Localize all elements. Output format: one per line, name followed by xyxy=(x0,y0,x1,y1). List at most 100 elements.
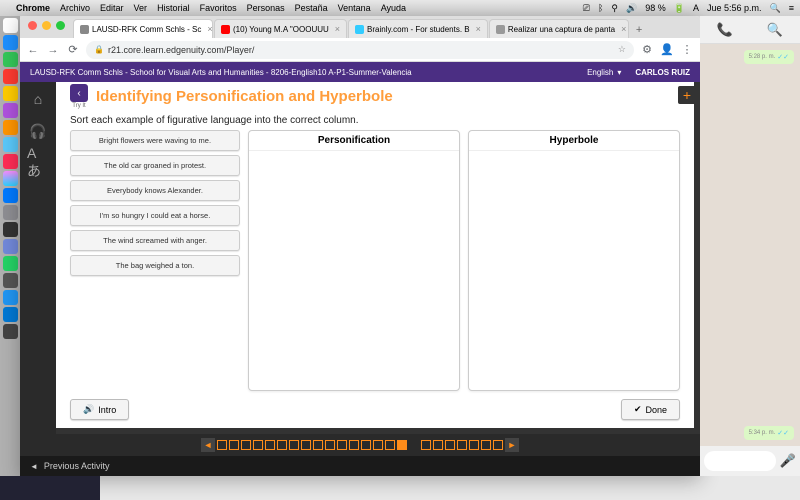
progress-step[interactable] xyxy=(433,440,443,450)
progress-step[interactable] xyxy=(349,440,359,450)
dock-app2[interactable] xyxy=(3,120,18,135)
dock-trash[interactable] xyxy=(3,324,18,339)
progress-step[interactable] xyxy=(253,440,263,450)
progress-step[interactable] xyxy=(229,440,239,450)
lesson-back-button[interactable]: ‹ xyxy=(70,84,88,102)
dock-notes[interactable] xyxy=(3,86,18,101)
maximize-window[interactable] xyxy=(56,21,65,30)
progress-step[interactable] xyxy=(313,440,323,450)
intro-button[interactable]: 🔊Intro xyxy=(70,399,129,420)
dock-safari[interactable] xyxy=(3,35,18,50)
progress-step[interactable] xyxy=(373,440,383,450)
forward-button[interactable]: → xyxy=(46,43,60,57)
progress-step[interactable] xyxy=(277,440,287,450)
progress-step[interactable] xyxy=(481,440,491,450)
progress-step[interactable] xyxy=(469,440,479,450)
progress-step[interactable] xyxy=(421,440,431,450)
menu-icon[interactable]: ≡ xyxy=(789,3,794,13)
url-field[interactable]: 🔒 r21.core.learn.edgenuity.com/Player/ ☆ xyxy=(86,41,634,59)
dock-finder[interactable] xyxy=(3,18,18,33)
progress-step[interactable] xyxy=(445,440,455,450)
back-button[interactable]: ← xyxy=(26,43,40,57)
menu-ayuda[interactable]: Ayuda xyxy=(381,3,406,13)
home-icon[interactable]: ⌂ xyxy=(27,88,49,110)
progress-step[interactable] xyxy=(457,440,467,450)
star-icon[interactable]: ☆ xyxy=(618,44,626,55)
close-tab-icon[interactable]: × xyxy=(621,24,626,34)
menu-ver[interactable]: Ver xyxy=(134,3,148,13)
drop-column-personification[interactable]: Personification xyxy=(248,130,460,391)
whatsapp-chat[interactable]: 5:28 p. m.✓✓ 5:34 p. m.✓✓ xyxy=(700,44,800,446)
input-icon[interactable]: A xyxy=(693,3,699,13)
progress-step[interactable] xyxy=(385,440,395,450)
browser-tab-active[interactable]: LAUSD-RFK Comm Schls - Sc× xyxy=(73,19,213,38)
browser-tab[interactable]: Realizar una captura de panta× xyxy=(489,19,629,38)
drag-card[interactable]: The wind screamed with anger. xyxy=(70,230,240,251)
dock-discord[interactable] xyxy=(3,239,18,254)
add-button[interactable]: + xyxy=(678,86,696,104)
close-tab-icon[interactable]: × xyxy=(207,24,212,34)
drag-card[interactable]: The bag weighed a ton. xyxy=(70,255,240,276)
call-icon[interactable]: 📞 xyxy=(717,22,733,38)
progress-step[interactable] xyxy=(265,440,275,450)
dock-app3[interactable] xyxy=(3,137,18,152)
reload-button[interactable]: ⟳ xyxy=(66,43,80,57)
drag-card[interactable]: The old car groaned in protest. xyxy=(70,155,240,176)
new-tab-button[interactable]: + xyxy=(630,22,648,38)
progress-step[interactable] xyxy=(493,440,503,450)
progress-next[interactable]: ► xyxy=(505,438,519,452)
dock-appstore[interactable] xyxy=(3,188,18,203)
translate-icon[interactable]: Aあ xyxy=(27,152,49,174)
dock-whatsapp[interactable] xyxy=(3,256,18,271)
progress-step[interactable] xyxy=(241,440,251,450)
screencast-icon[interactable]: ⎚ xyxy=(583,3,590,14)
profile-icon[interactable]: 👤 xyxy=(660,43,674,57)
app-name[interactable]: Chrome xyxy=(16,3,50,13)
close-tab-icon[interactable]: × xyxy=(335,24,340,34)
progress-step[interactable] xyxy=(289,440,299,450)
progress-step-active[interactable] xyxy=(397,440,407,450)
bluetooth-icon[interactable]: ᛒ xyxy=(598,3,603,13)
menu-archivo[interactable]: Archivo xyxy=(60,3,90,13)
progress-step[interactable] xyxy=(217,440,227,450)
progress-step[interactable] xyxy=(361,440,371,450)
drag-card[interactable]: I'm so hungry I could eat a horse. xyxy=(70,205,240,226)
menu-ventana[interactable]: Ventana xyxy=(338,3,371,13)
drop-column-hyperbole[interactable]: Hyperbole xyxy=(468,130,680,391)
menu-personas[interactable]: Personas xyxy=(247,3,285,13)
dock-word[interactable] xyxy=(3,307,18,322)
user-name[interactable]: CARLOS RUIZ xyxy=(635,68,690,77)
extensions-icon[interactable]: ⚙ xyxy=(640,43,654,57)
dock-music[interactable] xyxy=(3,154,18,169)
dock-settings[interactable] xyxy=(3,205,18,220)
search-icon[interactable]: 🔍 xyxy=(767,22,783,38)
menu-dots-icon[interactable]: ⋮ xyxy=(680,43,694,57)
dock-terminal[interactable] xyxy=(3,222,18,237)
mic-icon[interactable]: 🎤 xyxy=(780,453,796,469)
dock-messages[interactable] xyxy=(3,52,18,67)
search-icon[interactable]: 🔍 xyxy=(770,3,781,14)
chat-message[interactable]: 5:34 p. m.✓✓ xyxy=(744,426,794,440)
minimize-window[interactable] xyxy=(42,21,51,30)
menu-favoritos[interactable]: Favoritos xyxy=(200,3,237,13)
drag-card[interactable]: Everybody knows Alexander. xyxy=(70,180,240,201)
menu-pestana[interactable]: Pestaña xyxy=(295,3,328,13)
chat-message[interactable]: 5:28 p. m.✓✓ xyxy=(744,50,794,64)
browser-tab[interactable]: (10) Young M.A "OOOUUU× xyxy=(214,19,347,38)
message-input[interactable] xyxy=(704,451,776,471)
menu-editar[interactable]: Editar xyxy=(100,3,124,13)
dock-calendar[interactable] xyxy=(3,69,18,84)
progress-step[interactable] xyxy=(337,440,347,450)
clock[interactable]: Jue 5:56 p.m. xyxy=(707,3,762,13)
dock-app1[interactable] xyxy=(3,103,18,118)
dock-zoom[interactable] xyxy=(3,290,18,305)
progress-step[interactable] xyxy=(301,440,311,450)
previous-activity-bar[interactable]: Previous Activity xyxy=(20,456,700,476)
progress-step[interactable] xyxy=(325,440,335,450)
headphones-icon[interactable]: 🎧 xyxy=(27,120,49,142)
language-selector[interactable]: English▾ xyxy=(587,68,621,77)
dock-app5[interactable] xyxy=(3,273,18,288)
dock-app4[interactable] xyxy=(3,171,18,186)
close-window[interactable] xyxy=(28,21,37,30)
menu-historial[interactable]: Historial xyxy=(157,3,190,13)
